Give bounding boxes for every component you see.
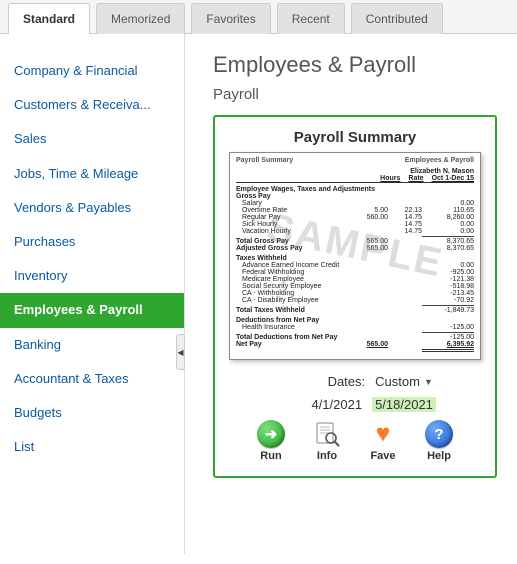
sidebar-item-banking[interactable]: Banking xyxy=(0,328,184,362)
run-label: Run xyxy=(260,450,281,462)
date-to-field[interactable]: 5/18/2021 xyxy=(372,397,436,412)
sample-val: -121.38 xyxy=(422,276,474,283)
help-button[interactable]: ? Help xyxy=(419,420,459,462)
date-range-value: Custom xyxy=(375,374,420,389)
sample-val: -70.92 xyxy=(422,297,474,304)
tab-standard[interactable]: Standard xyxy=(8,3,90,34)
tab-favorites[interactable]: Favorites xyxy=(191,3,270,34)
sidebar-item-vendors-payables[interactable]: Vendors & Payables xyxy=(0,191,184,225)
sample-val: -925.00 xyxy=(422,269,474,276)
sample-row: Total Gross Pay xyxy=(236,238,354,245)
document-magnifier-icon xyxy=(313,420,341,448)
report-category-sidebar: Company & Financial Customers & Receiva.… xyxy=(0,34,185,554)
report-controls: Dates: Custom ▼ 4/1/2021 5/18/2021 ➜ Run xyxy=(229,374,481,462)
fave-label: Fave xyxy=(370,450,395,462)
chevron-down-icon: ▼ xyxy=(424,377,433,387)
info-button[interactable]: Info xyxy=(307,420,347,462)
tab-contributed[interactable]: Contributed xyxy=(351,3,443,34)
sample-col-rate: Rate xyxy=(408,175,423,182)
sample-row: Total Taxes Withheld xyxy=(236,307,354,314)
sidebar-item-customers-receivables[interactable]: Customers & Receiva... xyxy=(0,88,184,122)
tab-memorized[interactable]: Memorized xyxy=(96,3,185,34)
sidebar-item-company-financial[interactable]: Company & Financial xyxy=(0,54,184,88)
date-to-value: 5/18/2021 xyxy=(372,397,436,412)
fave-button[interactable]: ♥ Fave xyxy=(363,420,403,462)
page-title: Employees & Payroll xyxy=(213,52,497,78)
sample-gross-pay: Gross Pay xyxy=(236,193,474,200)
run-arrow-icon: ➜ xyxy=(257,420,285,448)
sidebar-item-accountant-taxes[interactable]: Accountant & Taxes xyxy=(0,362,184,396)
sample-col-hours: Hours xyxy=(380,175,400,182)
run-button[interactable]: ➜ Run xyxy=(251,420,291,462)
sample-section-taxes: Taxes Withheld xyxy=(236,255,474,262)
sample-val: 0.00 xyxy=(422,228,474,235)
sample-row: Total Deductions from Net Pay xyxy=(236,334,354,341)
sample-section-wages: Employee Wages, Taxes and Adjustments xyxy=(236,186,474,193)
sample-row: Health Insurance xyxy=(236,324,354,331)
sample-employee-name: Elizabeth N. Mason xyxy=(236,168,474,175)
report-card-title: Payroll Summary xyxy=(229,129,481,146)
sample-val: 0.00 xyxy=(422,200,474,207)
sample-row: Advance Earned Income Credit xyxy=(236,262,354,269)
sample-val: -518.98 xyxy=(422,283,474,290)
sample-heading-right: Employees & Payroll xyxy=(405,157,474,164)
sample-val: 0.00 xyxy=(422,221,474,228)
sidebar-collapse-handle[interactable]: ◀ xyxy=(176,334,185,370)
report-sample-preview[interactable]: SAMPLE Payroll Summary Employees & Payro… xyxy=(229,152,481,360)
sample-heading-left: Payroll Summary xyxy=(236,157,293,164)
sample-col-period: Oct 1-Dec 15 xyxy=(432,175,474,182)
info-label: Info xyxy=(317,450,337,462)
dates-label: Dates: xyxy=(277,374,365,389)
sample-row: Medicare Employee xyxy=(236,276,354,283)
main-panel: Employees & Payroll Payroll Payroll Summ… xyxy=(185,34,517,554)
sample-row: Salary xyxy=(236,200,354,207)
sample-row: Federal Withholding xyxy=(236,269,354,276)
sample-val: -213.45 xyxy=(422,290,474,297)
sidebar-item-purchases[interactable]: Purchases xyxy=(0,225,184,259)
help-label: Help xyxy=(427,450,451,462)
sidebar-item-employees-payroll[interactable]: Employees & Payroll xyxy=(0,293,184,327)
sample-val: 14.75 xyxy=(388,214,422,221)
date-range-select[interactable]: Custom ▼ xyxy=(375,374,433,389)
sample-val: 22.13 xyxy=(388,207,422,214)
sample-val: -125.00 xyxy=(422,334,474,341)
sample-val: 8,260.00 xyxy=(422,214,474,221)
sample-row: Vacation Hourly xyxy=(236,228,354,235)
page-subtitle: Payroll xyxy=(213,86,497,103)
sample-row: Adjusted Gross Pay xyxy=(236,245,354,252)
help-question-icon: ? xyxy=(425,420,453,448)
sidebar-item-inventory[interactable]: Inventory xyxy=(0,259,184,293)
sample-row: Social Security Employee xyxy=(236,283,354,290)
tab-recent[interactable]: Recent xyxy=(277,3,345,34)
sample-val: 565.00 xyxy=(354,238,388,245)
sample-row: CA - Disability Employee xyxy=(236,297,354,304)
sample-val: 6,395.92 xyxy=(422,341,474,348)
sample-row: CA - Withholding xyxy=(236,290,354,297)
sample-val: 110.65 xyxy=(422,207,474,214)
sample-val: 8,370.65 xyxy=(422,245,474,252)
sample-val: 0.00 xyxy=(422,262,474,269)
sample-val: 8,370.65 xyxy=(422,238,474,245)
sidebar-item-budgets[interactable]: Budgets xyxy=(0,396,184,430)
sidebar-item-jobs-time-mileage[interactable]: Jobs, Time & Mileage xyxy=(0,157,184,191)
sample-val: 14.75 xyxy=(388,221,422,228)
sample-val: 560.00 xyxy=(354,214,388,221)
report-tabs: Standard Memorized Favorites Recent Cont… xyxy=(0,0,517,34)
sample-net-pay: Net Pay xyxy=(236,341,354,348)
sample-val: -125.00 xyxy=(422,324,474,331)
sample-row: Sick Hourly xyxy=(236,221,354,228)
sidebar-item-list[interactable]: List xyxy=(0,430,184,464)
date-from-field[interactable]: 4/1/2021 xyxy=(274,397,362,412)
sample-val: -1,849.73 xyxy=(422,307,474,314)
sample-row: Overtime Rate xyxy=(236,207,354,214)
sample-row: Regular Pay xyxy=(236,214,354,221)
report-card: Payroll Summary SAMPLE Payroll Summary E… xyxy=(213,115,497,478)
sample-val: 14.75 xyxy=(388,228,422,235)
heart-icon: ♥ xyxy=(369,420,397,448)
sidebar-item-sales[interactable]: Sales xyxy=(0,122,184,156)
sample-val: 565.00 xyxy=(354,245,388,252)
sample-val: 5.00 xyxy=(354,207,388,214)
sample-section-deductions: Deductions from Net Pay xyxy=(236,317,474,324)
sample-val: 565.00 xyxy=(354,341,388,348)
